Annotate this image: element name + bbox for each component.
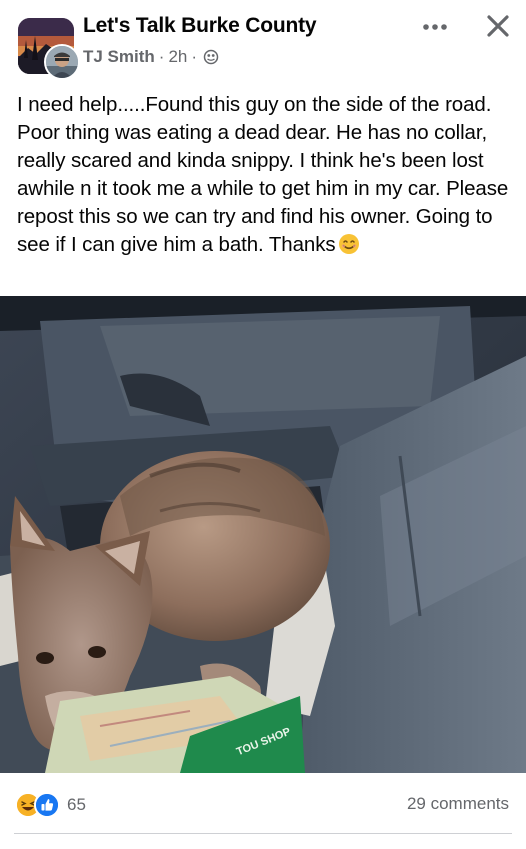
facebook-post: Let's Talk Burke County TJ Smith · 2h · — [0, 0, 526, 849]
comments-count-link[interactable]: 29 comments — [407, 794, 509, 814]
post-message: I need help.....Found this guy on the si… — [17, 93, 509, 256]
smiling-face-emoji — [338, 233, 360, 255]
post-header: Let's Talk Burke County TJ Smith · 2h · — [0, 0, 526, 84]
meta-separator: · — [191, 47, 198, 66]
user-avatar[interactable] — [44, 44, 80, 80]
reactions-summary[interactable]: 65 — [15, 792, 86, 818]
reaction-count: 65 — [67, 795, 86, 814]
post-meta: TJ Smith · 2h · — [83, 47, 219, 67]
post-photo[interactable]: TOU SHOP — [0, 296, 526, 773]
post-footer: 65 29 comments — [0, 773, 526, 849]
author-name-link[interactable]: TJ Smith — [83, 47, 155, 67]
coyote-photo — [0, 296, 526, 773]
close-button[interactable] — [482, 12, 514, 44]
group-name-link[interactable]: Let's Talk Burke County — [83, 14, 317, 38]
post-time[interactable]: 2h — [168, 47, 187, 67]
meta-separator: · — [158, 47, 165, 66]
close-icon — [486, 14, 510, 43]
more-horizontal-icon — [422, 18, 448, 36]
globe-icon — [203, 49, 219, 65]
like-icon — [34, 792, 60, 818]
more-options-button[interactable] — [418, 12, 452, 42]
post-text: I need help.....Found this guy on the si… — [17, 91, 513, 259]
footer-divider — [14, 833, 512, 834]
